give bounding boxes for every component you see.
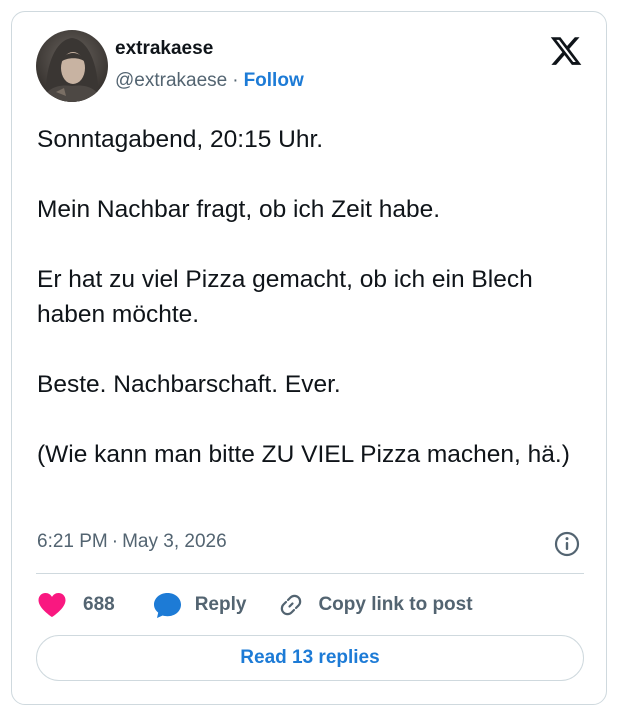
x-logo-icon[interactable] [549, 34, 583, 68]
info-icon[interactable] [553, 530, 581, 558]
author-handle[interactable]: @extrakaese [115, 70, 227, 91]
follow-button[interactable]: Follow [244, 70, 304, 91]
like-button[interactable]: 688 [37, 592, 115, 618]
handle-separator: · [232, 70, 239, 91]
tweet-paragraph: Sonntagabend, 20:15 Uhr. [37, 126, 324, 153]
link-icon [281, 594, 302, 616]
tweet-card: extrakaese @extrakaese · Follow Sonntagabe… [11, 11, 607, 705]
read-replies-button[interactable]: Read 13 replies [36, 635, 584, 681]
copy-link-button[interactable]: Copy link to post [277, 591, 473, 619]
tweet-paragraph: Beste. Nachbarschaft. Ever. [37, 371, 341, 398]
author-handle-row: @extrakaese · Follow [115, 70, 304, 92]
tweet-timestamp[interactable]: 6:21 PM · May 3, 2026 [37, 531, 227, 553]
like-count: 688 [83, 594, 115, 615]
tweet-text: Sonntagabend, 20:15 Uhr. Mein Nachbar fr… [37, 122, 592, 472]
tweet-paragraph: Mein Nachbar fragt, ob ich Zeit habe. [37, 196, 441, 223]
author-avatar[interactable] [36, 30, 108, 102]
author-display-name[interactable]: extrakaese [115, 38, 213, 60]
tweet-date: May 3, 2026 [122, 531, 227, 552]
action-bar: 688 Reply Copy link to post [37, 590, 473, 620]
tweet-paragraph: (Wie kann man bitte ZU VIEL Pizza machen… [37, 441, 570, 468]
reply-label: Reply [194, 594, 247, 615]
divider [36, 573, 584, 574]
reply-button[interactable]: Reply [153, 592, 247, 619]
speech-bubble-icon [153, 592, 181, 618]
heart-icon [38, 593, 66, 617]
avatar-image [36, 30, 108, 102]
tweet-time: 6:21 PM [37, 531, 108, 552]
timestamp-separator: · [111, 531, 119, 552]
tweet-paragraph: Er hat zu viel Pizza gemacht, ob ich ein… [37, 266, 533, 328]
copy-link-label: Copy link to post [318, 594, 473, 615]
